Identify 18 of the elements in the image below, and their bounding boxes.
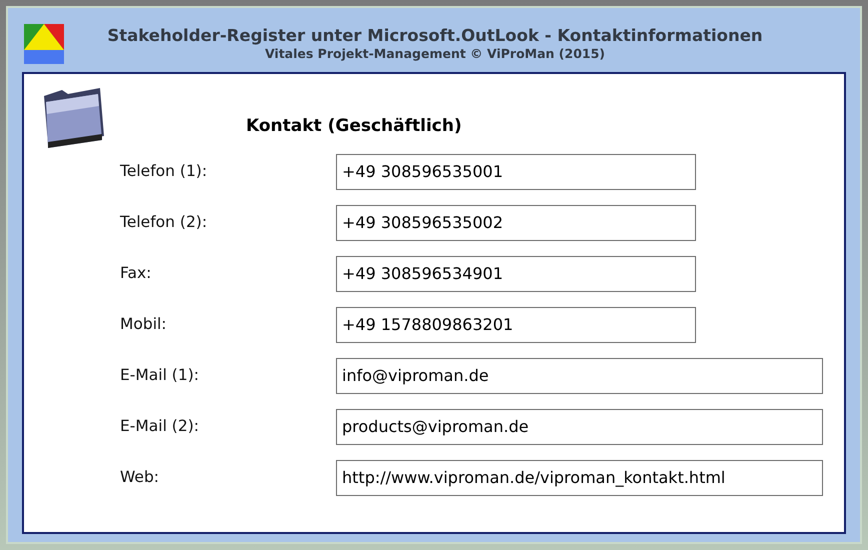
- field-label: Telefon (1):: [120, 160, 208, 182]
- field-label: E-Mail (1):: [120, 364, 200, 386]
- app-title: Stakeholder-Register unter Microsoft.OutLook - Kontaktinformationen: [106, 27, 764, 46]
- field-label: Telefon (2):: [120, 212, 208, 233]
- text-field[interactable]: products@viproman.de: [336, 408, 823, 444]
- text-field[interactable]: http://www.viproman.de/viproman_kontakt.html: [336, 460, 823, 496]
- text-field[interactable]: +49 308596535001: [336, 154, 696, 190]
- field-label: Mobil:: [120, 314, 168, 335]
- field-label: Web:: [120, 466, 160, 488]
- section-title: Kontakt (Geschäftlich): [246, 115, 462, 138]
- text-field[interactable]: +49 1578809863201: [336, 306, 696, 342]
- text-field[interactable]: info@viproman.de: [336, 358, 823, 394]
- field-label: E-Mail (2):: [120, 416, 200, 437]
- text-field[interactable]: +49 308596535002: [336, 204, 696, 240]
- field-label: Fax:: [120, 262, 152, 284]
- app-subtitle: Vitales Projekt-Management © ViProMan (2015): [264, 46, 606, 61]
- logo-icon: [24, 24, 64, 64]
- text-field[interactable]: +49 308596534901: [336, 256, 696, 292]
